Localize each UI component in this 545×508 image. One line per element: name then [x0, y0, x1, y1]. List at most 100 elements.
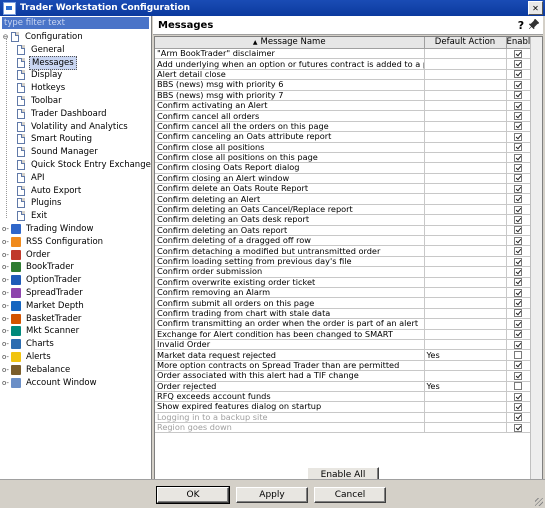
enabled-checkbox[interactable] [514, 80, 522, 89]
table-row[interactable]: Confirm overwrite existing order ticket [155, 277, 531, 289]
enabled-checkbox[interactable] [514, 226, 522, 235]
enabled-checkbox[interactable] [514, 184, 522, 193]
sidebar-item-mkt-scanner[interactable]: o- Mkt Scanner [2, 325, 81, 337]
table-row[interactable]: Confirm deleting an Oats Cancel/Replace … [155, 204, 531, 216]
table-row[interactable]: BBS (news) msg with priority 7 [155, 90, 531, 101]
enabled-checkbox[interactable] [514, 309, 522, 318]
enabled-checkbox[interactable] [514, 278, 522, 287]
expand-icon[interactable]: o- [2, 261, 9, 273]
enabled-checkbox[interactable] [514, 70, 522, 79]
cancel-button[interactable]: Cancel [314, 487, 386, 503]
enabled-checkbox[interactable] [514, 215, 522, 224]
expand-icon[interactable]: o- [2, 249, 9, 261]
table-row[interactable]: Confirm cancel all orders [155, 110, 531, 122]
enabled-checkbox[interactable] [514, 402, 522, 411]
expand-icon[interactable]: o- [2, 223, 9, 235]
table-row[interactable]: Order rejected Yes [155, 381, 531, 392]
table-row[interactable]: Confirm close all positions on this page [155, 152, 531, 164]
sidebar-item-baskettrader[interactable]: o- BasketTrader [2, 313, 83, 325]
enabled-checkbox[interactable] [514, 423, 522, 432]
enabled-checkbox[interactable] [514, 247, 522, 256]
help-icon[interactable]: ? [515, 19, 527, 32]
sidebar-item-plugins[interactable]: Plugins [17, 197, 63, 209]
resize-grip-icon[interactable] [535, 498, 543, 506]
table-row[interactable]: Confirm canceling an Oats attribute repo… [155, 131, 531, 143]
sidebar-item-general[interactable]: General [17, 44, 67, 56]
enabled-checkbox[interactable] [514, 371, 522, 380]
expand-icon[interactable]: o- [2, 364, 9, 376]
enabled-checkbox[interactable] [514, 330, 522, 339]
enabled-checkbox[interactable] [514, 163, 522, 172]
table-row[interactable]: BBS (news) msg with priority 6 [155, 79, 531, 91]
table-row[interactable]: Invalid Order [155, 339, 531, 351]
sidebar-item-trader-dashboard[interactable]: Trader Dashboard [17, 108, 109, 120]
table-row[interactable]: Market data request rejected Yes [155, 349, 531, 361]
table-row[interactable]: Confirm order submission [155, 266, 531, 278]
enabled-checkbox[interactable] [514, 91, 522, 100]
table-row[interactable]: "Arm BookTrader" disclaimer [155, 48, 531, 60]
expand-icon[interactable]: o- [2, 351, 9, 363]
apply-button[interactable]: Apply [236, 487, 308, 503]
table-row[interactable]: Confirm trading from chart with stale da… [155, 308, 531, 320]
table-row[interactable]: Alert detail close [155, 69, 531, 81]
tree-root[interactable]: ⊖ Configuration [2, 31, 85, 43]
enabled-checkbox[interactable] [514, 413, 522, 422]
filter-input[interactable]: type filter text [2, 17, 149, 29]
enabled-checkbox[interactable] [514, 122, 522, 131]
ok-button[interactable]: OK [156, 486, 230, 504]
table-row[interactable]: Exchange for Alert condition has been ch… [155, 329, 531, 340]
sidebar-item-toolbar[interactable]: Toolbar [17, 95, 64, 107]
enabled-checkbox[interactable] [514, 299, 522, 308]
sidebar-item-alerts[interactable]: o- Alerts [2, 351, 53, 363]
enabled-checkbox[interactable] [514, 112, 522, 121]
expand-icon[interactable]: o- [2, 313, 9, 325]
sidebar-item-volatility-and-analytics[interactable]: Volatility and Analytics [17, 121, 130, 133]
sidebar-item-api[interactable]: API [17, 172, 46, 184]
sidebar-item-optiontrader[interactable]: o- OptionTrader [2, 274, 83, 286]
sidebar-item-sound-manager[interactable]: Sound Manager [17, 146, 100, 158]
sidebar-item-messages[interactable]: Messages [17, 55, 77, 70]
enabled-checkbox[interactable] [514, 288, 522, 297]
expand-icon[interactable]: o- [2, 300, 9, 312]
table-row[interactable]: Confirm detaching a modified but untrans… [155, 245, 531, 257]
table-row[interactable]: Confirm close all positions [155, 142, 531, 153]
table-row[interactable]: Confirm transmitting an order when the o… [155, 318, 531, 330]
table-row[interactable]: Add underlying when an option or futures… [155, 58, 531, 70]
table-row[interactable]: Confirm loading setting from previous da… [155, 256, 531, 268]
table-row[interactable]: Confirm deleting an Alert [155, 193, 531, 205]
pin-icon[interactable] [527, 17, 541, 32]
table-row[interactable]: Confirm closing an Alert window [155, 173, 531, 185]
enabled-checkbox[interactable] [514, 132, 522, 141]
table-row[interactable]: Confirm cancel all the orders on this pa… [155, 121, 531, 133]
table-row[interactable]: Confirm deleting an Oats desk report [155, 214, 531, 226]
enabled-checkbox[interactable] [514, 60, 522, 69]
sidebar-item-auto-export[interactable]: Auto Export [17, 185, 83, 197]
enabled-checkbox[interactable] [514, 195, 522, 204]
expand-icon[interactable]: o- [2, 287, 9, 299]
column-default-action[interactable]: Default Action [424, 37, 507, 49]
close-icon[interactable]: ✕ [528, 1, 543, 15]
table-row[interactable]: Show expired features dialog on startup [155, 401, 531, 413]
expand-icon[interactable]: o- [2, 274, 9, 286]
table-row[interactable]: RFQ exceeds account funds [155, 391, 531, 403]
sidebar-item-spreadtrader[interactable]: o- SpreadTrader [2, 287, 85, 299]
enabled-checkbox[interactable] [514, 236, 522, 245]
enabled-checkbox[interactable] [514, 101, 522, 110]
enabled-checkbox[interactable] [514, 351, 522, 360]
sidebar-item-market-depth[interactable]: o- Market Depth [2, 300, 86, 312]
sidebar-item-account-window[interactable]: o- Account Window [2, 377, 99, 389]
sidebar-item-charts[interactable]: o- Charts [2, 338, 56, 350]
table-row[interactable]: Logging in to a backup site [155, 412, 531, 424]
vertical-scrollbar[interactable] [530, 37, 542, 479]
table-row[interactable]: Confirm closing Oats Report dialog [155, 162, 531, 174]
sidebar-item-order[interactable]: o- Order [2, 249, 52, 261]
enabled-checkbox[interactable] [514, 143, 522, 152]
sidebar-item-smart-routing[interactable]: Smart Routing [17, 133, 94, 145]
enabled-checkbox[interactable] [514, 361, 522, 370]
table-row[interactable]: Confirm deleting of a dragged off row [155, 235, 531, 247]
enabled-checkbox[interactable] [514, 267, 522, 276]
expand-icon[interactable]: o- [2, 236, 9, 248]
enabled-checkbox[interactable] [514, 153, 522, 162]
table-row[interactable]: Confirm delete an Oats Route Report [155, 183, 531, 195]
table-row[interactable]: Confirm activating an Alert [155, 100, 531, 112]
